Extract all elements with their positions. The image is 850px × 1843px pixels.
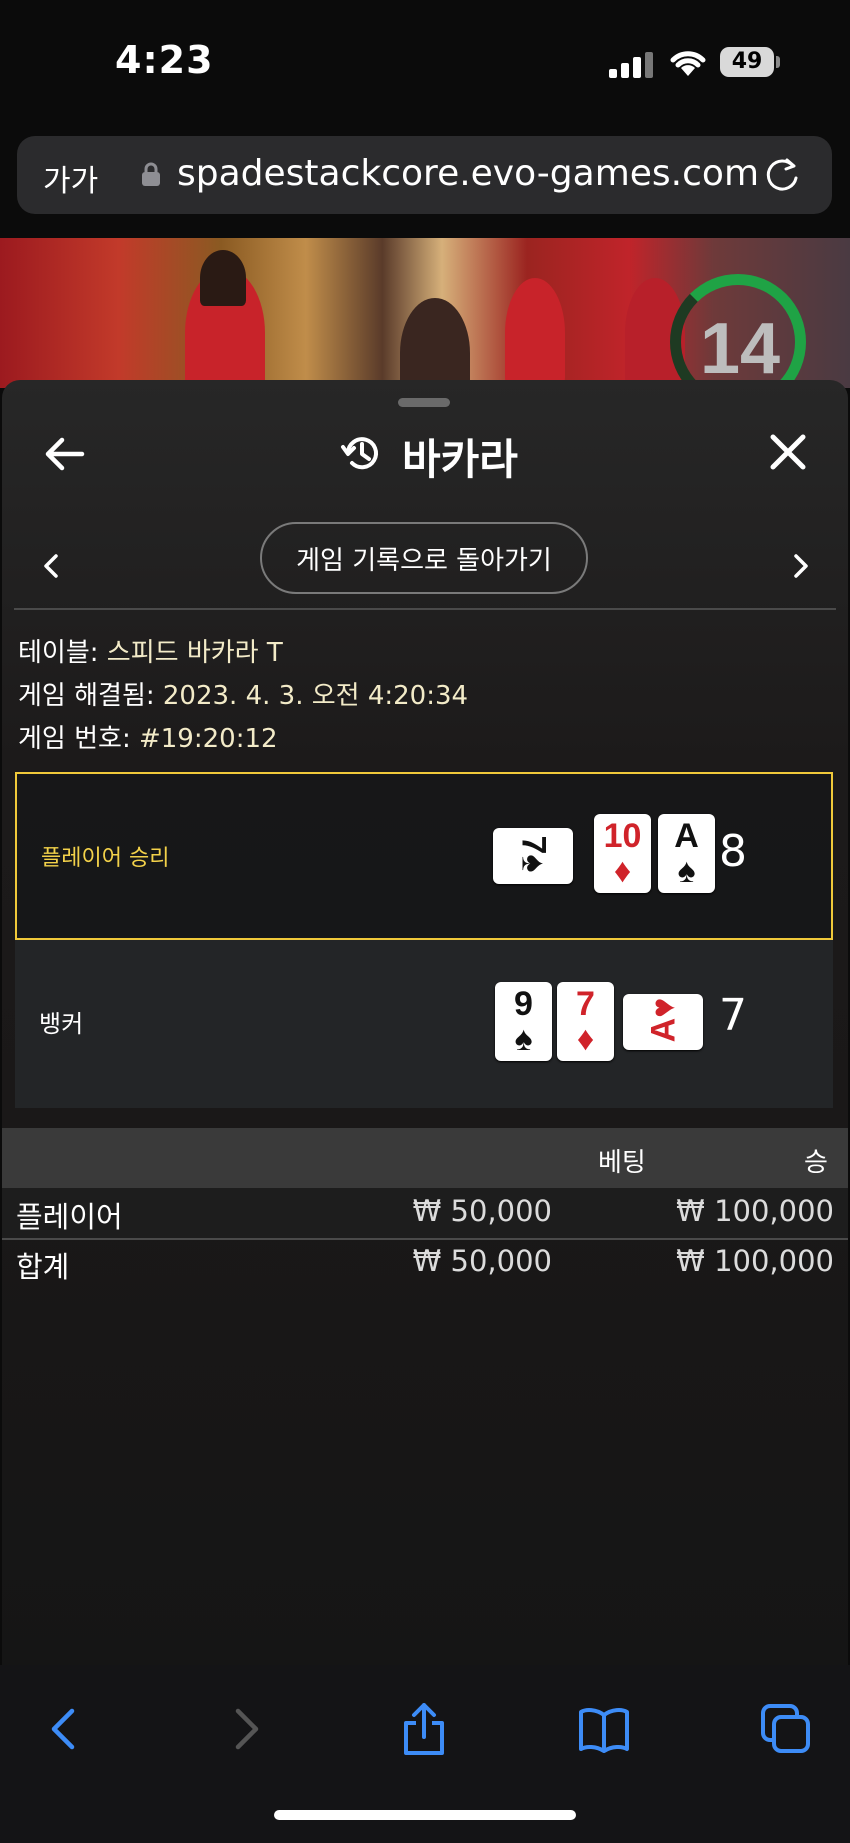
player-card-3-suit: ♠ — [677, 852, 696, 890]
game-history-panel: 바카라 게임 기록으로 돌아가기 테이블: 스피드 바카라 T 게임 해결됨: … — [2, 380, 848, 1665]
back-to-history-button[interactable]: 게임 기록으로 돌아가기 — [260, 522, 588, 594]
banker-card-1: 9 ♠ — [495, 982, 552, 1061]
dealer-left-head — [200, 250, 246, 306]
banker-card-2-rank: 7 — [576, 985, 595, 1023]
game-number-info: 게임 번호: #19:20:12 — [18, 718, 278, 755]
banker-card-3: A♥ — [623, 994, 703, 1050]
history-icon — [341, 437, 378, 470]
banker-card-2-suit: ♦ — [576, 1020, 595, 1058]
table-row-total: 합계 ₩ 50,000 ₩ 100,000 — [2, 1238, 848, 1288]
bet-row-win: ₩ 100,000 — [676, 1194, 834, 1228]
total-win: ₩ 100,000 — [676, 1244, 834, 1278]
text-size-button[interactable]: 가가 — [43, 156, 98, 200]
page-title: 바카라 — [402, 435, 518, 484]
bet-row-label: 플레이어 — [16, 1200, 123, 1234]
player-result-label: 플레이어 승리 — [41, 846, 170, 871]
player-result: 플레이어 승리 7♠ 10 ♦ A ♠ 8 — [15, 772, 833, 940]
total-bet: ₩ 50,000 — [412, 1244, 552, 1278]
tabs-icon[interactable] — [760, 1703, 812, 1755]
battery-icon: 49 — [720, 47, 774, 77]
player-card-1: 7♠ — [493, 828, 573, 884]
drag-handle[interactable] — [398, 398, 450, 407]
resolved-value: 2023. 4. 3. 오전 4:20:34 — [162, 681, 469, 711]
dealer-center — [400, 298, 470, 388]
win-column-header: 승 — [804, 1148, 828, 1178]
total-label: 합계 — [16, 1250, 70, 1284]
banker-card-3-rank: A — [644, 1017, 682, 1043]
bookmarks-icon[interactable] — [578, 1703, 630, 1755]
previous-game-chevron-icon[interactable] — [38, 548, 62, 584]
wifi-icon — [670, 51, 706, 76]
browser-back-icon[interactable] — [38, 1703, 90, 1755]
status-bar: 4:23 49 — [0, 0, 850, 120]
table-row: 플레이어 ₩ 50,000 ₩ 100,000 — [2, 1188, 848, 1238]
table-label: 테이블: — [18, 638, 99, 668]
lock-icon — [142, 162, 160, 186]
player-card-2: 10 ♦ — [594, 814, 651, 893]
player-card-3: A ♠ — [658, 814, 715, 893]
bets-table-header: 베팅 승 — [2, 1128, 848, 1188]
home-indicator — [274, 1810, 576, 1820]
reload-icon[interactable] — [763, 156, 801, 194]
bet-row-amount: ₩ 50,000 — [412, 1194, 552, 1228]
game-number-value: #19:20:12 — [138, 724, 278, 754]
game-number-label: 게임 번호: — [18, 724, 131, 754]
table-info: 테이블: 스피드 바카라 T — [18, 632, 283, 669]
browser-toolbar — [0, 1665, 850, 1843]
player-card-2-suit: ♦ — [613, 852, 632, 890]
player-card-2-rank: 10 — [603, 817, 642, 855]
banker-result: 뱅커 9 ♠ 7 ♦ A♥ 7 — [15, 940, 833, 1108]
cellular-signal-icon — [609, 52, 653, 78]
header-divider — [14, 608, 836, 610]
browser-forward-icon[interactable] — [220, 1703, 272, 1755]
player-card-1-suit: ♠ — [513, 854, 552, 873]
banker-result-label: 뱅커 — [39, 1010, 84, 1038]
battery-tip — [776, 56, 780, 68]
player-score: 8 — [719, 826, 747, 877]
resolved-label: 게임 해결됨: — [18, 681, 155, 711]
address-bar[interactable]: 가가 spadestackcore.evo-games.com — [17, 136, 832, 214]
url-text[interactable]: spadestackcore.evo-games.com — [177, 153, 759, 194]
countdown-number: 14 — [700, 309, 781, 388]
share-icon[interactable] — [398, 1703, 450, 1755]
back-arrow-icon[interactable] — [42, 432, 86, 476]
close-icon[interactable] — [768, 432, 808, 472]
banker-card-1-suit: ♠ — [514, 1020, 533, 1058]
table-value: 스피드 바카라 T — [106, 638, 283, 668]
dealer-right — [505, 278, 565, 388]
banker-card-2: 7 ♦ — [557, 982, 614, 1061]
player-card-1-rank: 7 — [513, 835, 552, 855]
next-game-chevron-icon[interactable] — [790, 548, 814, 584]
banker-card-3-suit: ♥ — [644, 997, 682, 1018]
status-time: 4:23 — [115, 38, 214, 82]
bet-column-header: 베팅 — [598, 1148, 646, 1178]
player-card-3-rank: A — [674, 817, 699, 855]
resolved-info: 게임 해결됨: 2023. 4. 3. 오전 4:20:34 — [18, 675, 468, 712]
banker-score: 7 — [719, 990, 747, 1041]
live-video[interactable]: 14 — [0, 238, 850, 388]
banker-card-1-rank: 9 — [514, 985, 533, 1023]
